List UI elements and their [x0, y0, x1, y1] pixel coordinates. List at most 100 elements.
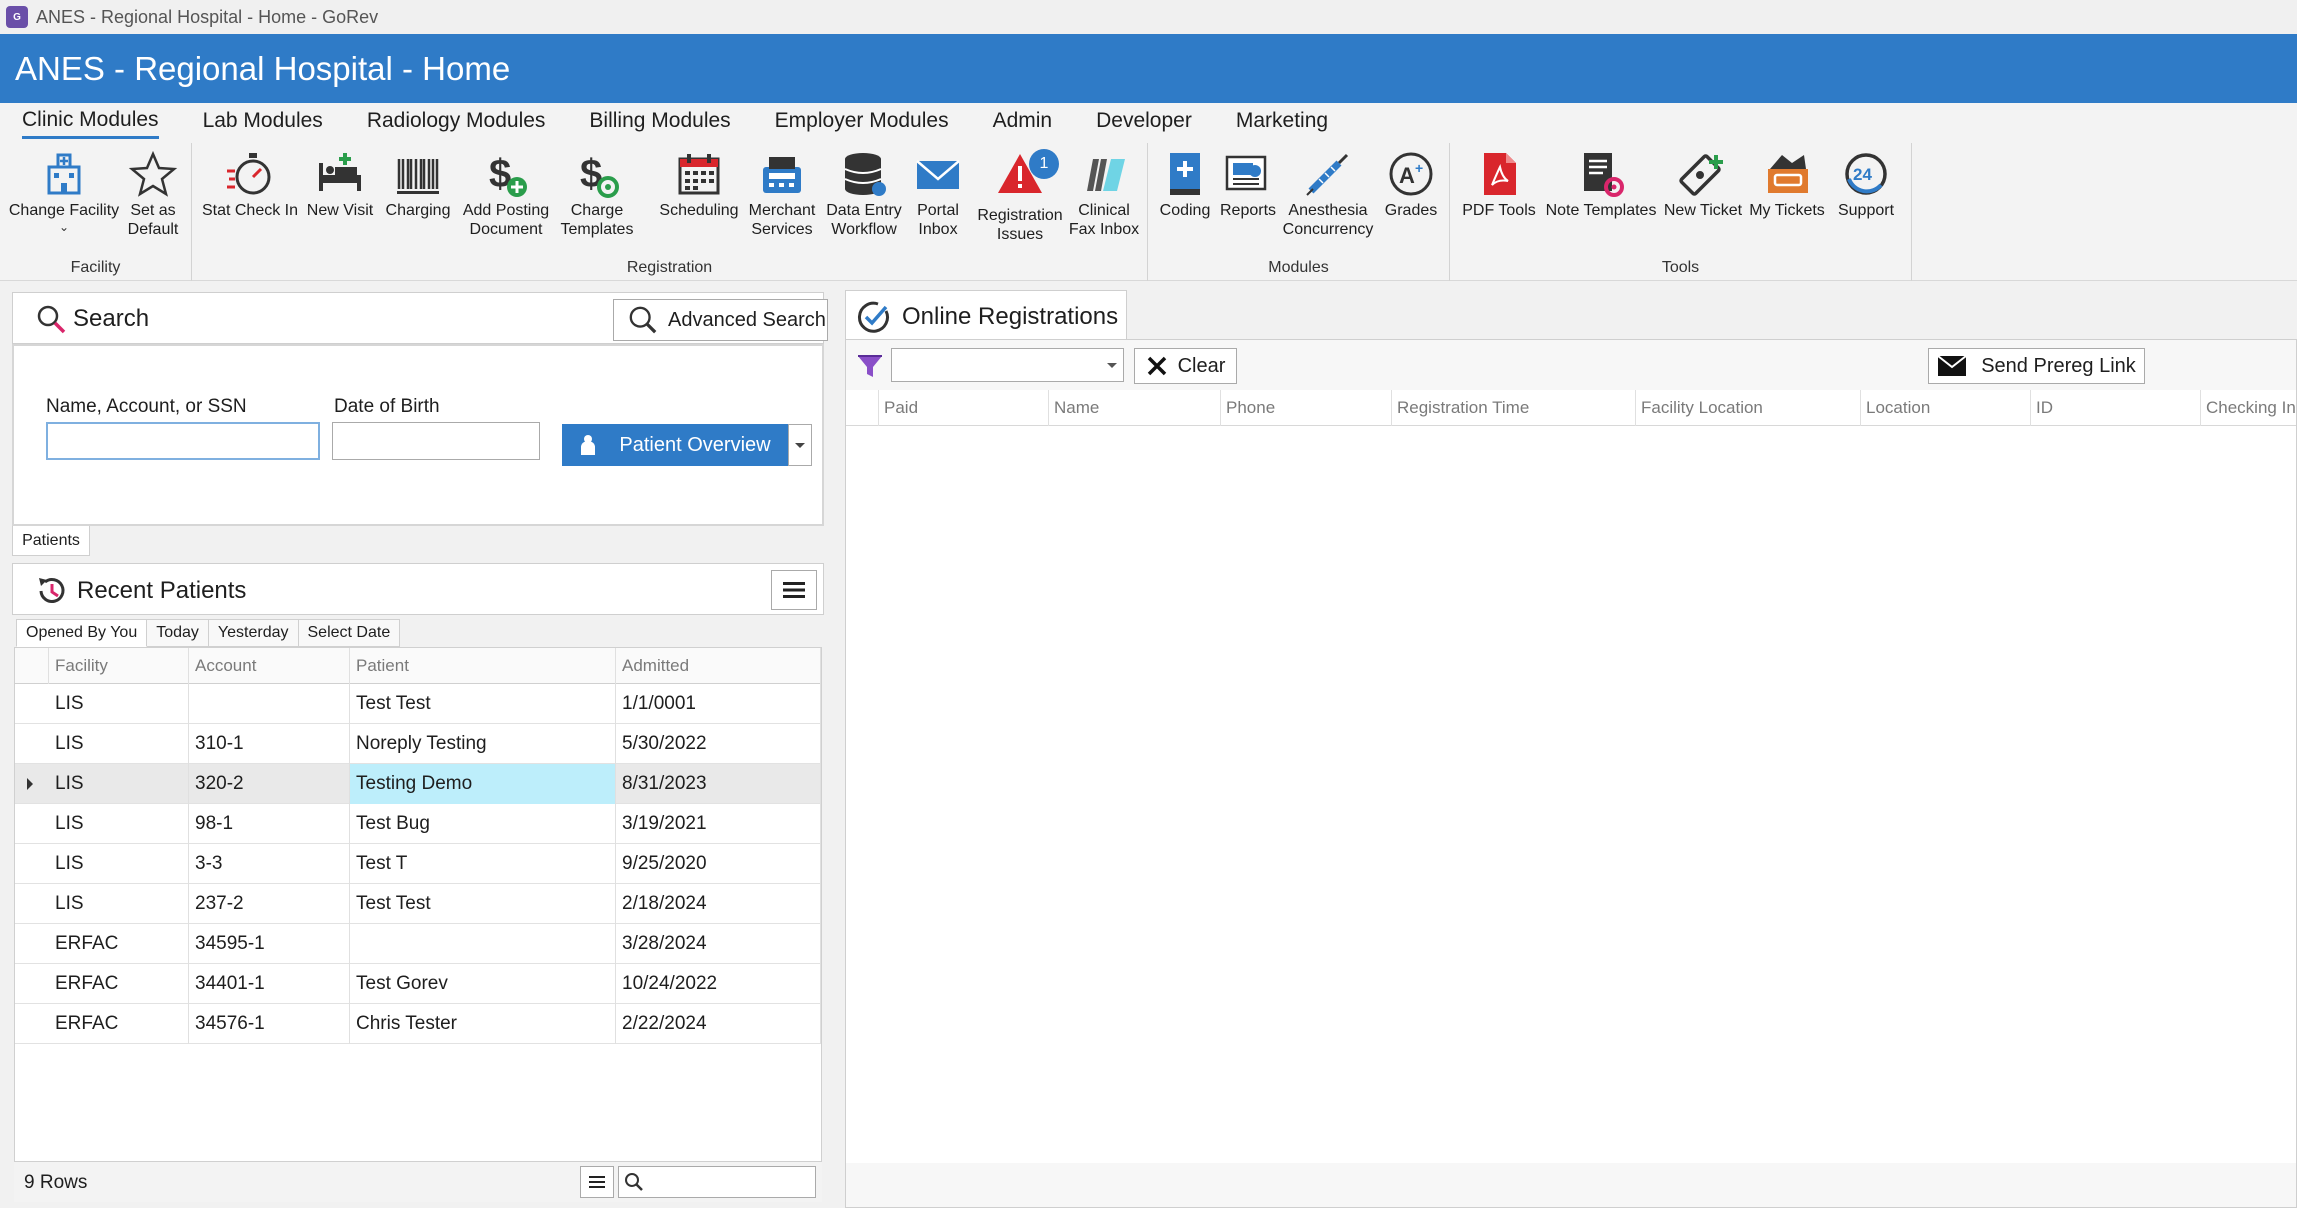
table-row[interactable]: LIS 3-3 Test T 9/25/2020 — [15, 844, 821, 884]
charge-templates-button[interactable]: $ Charge Templates — [554, 149, 640, 239]
stat-check-in-button[interactable]: Stat Check In — [200, 149, 300, 220]
patient-overview-button[interactable]: Patient Overview — [562, 424, 788, 466]
scheduling-button[interactable]: Scheduling — [654, 149, 744, 220]
name-account-ssn-input[interactable] — [46, 422, 320, 460]
coding-label: Coding — [1159, 202, 1211, 219]
tab-select-date[interactable]: Select Date — [298, 619, 401, 647]
tab-opened-by-you[interactable]: Opened By You — [16, 619, 148, 647]
send-prereg-link-button[interactable]: Send Prereg Link — [1928, 348, 2145, 384]
column-header-facility-location[interactable]: Facility Location — [1635, 390, 1860, 426]
table-search-input[interactable] — [618, 1166, 816, 1198]
column-header-name[interactable]: Name — [1048, 390, 1220, 426]
table-row[interactable]: LIS 320-2 Testing Demo 8/31/2023 — [15, 764, 821, 804]
table-row[interactable]: LIS 98-1 Test Bug 3/19/2021 — [15, 804, 821, 844]
history-icon — [39, 578, 65, 603]
new-visit-button[interactable]: New Visit — [304, 149, 376, 220]
note-templates-label: Note Templates — [1545, 202, 1657, 219]
column-header-admitted[interactable]: Admitted — [616, 648, 821, 684]
window-title: ANES - Regional Hospital - Home - GoRev — [36, 6, 379, 27]
patient-overview-dropdown[interactable] — [788, 424, 812, 466]
advanced-search-label: Advanced Search — [668, 308, 826, 331]
tab-billing-modules[interactable]: Billing Modules — [589, 109, 730, 137]
change-facility-button[interactable]: Change Facility ⌄ — [8, 149, 120, 234]
column-header-location[interactable]: Location — [1860, 390, 2030, 426]
tab-radiology-modules[interactable]: Radiology Modules — [367, 109, 546, 137]
tab-yesterday[interactable]: Yesterday — [208, 619, 299, 647]
merchant-services-button[interactable]: Merchant Services — [742, 149, 822, 239]
hospital-icon — [47, 153, 81, 195]
tab-lab-modules[interactable]: Lab Modules — [203, 109, 323, 137]
module-menu: Clinic Modules Lab Modules Radiology Mod… — [0, 103, 2297, 143]
new-ticket-button[interactable]: New Ticket — [1660, 149, 1746, 220]
check-circle-icon — [858, 301, 889, 333]
registration-issues-button[interactable]: 1 Registration Issues — [966, 149, 1074, 244]
table-row[interactable]: ERFAC 34401-1 Test Gorev 10/24/2022 — [15, 964, 821, 1004]
column-header-registration-time[interactable]: Registration Time — [1391, 390, 1635, 426]
set-default-label: Set as Default — [127, 202, 179, 238]
medical-book-icon — [1170, 153, 1200, 195]
recent-patients-title: Recent Patients — [77, 577, 247, 604]
recent-patients-menu-button[interactable] — [771, 570, 817, 610]
admitted-cell: 8/31/2023 — [616, 764, 821, 804]
advanced-search-button[interactable]: Advanced Search — [613, 299, 828, 341]
table-row[interactable]: LIS 310-1 Noreply Testing 5/30/2022 — [15, 724, 821, 764]
support-button[interactable]: 24 Support — [1826, 149, 1906, 220]
column-header-facility[interactable]: Facility — [49, 648, 189, 684]
patient-cell: Test Test — [350, 884, 616, 924]
column-header-phone[interactable]: Phone — [1220, 390, 1391, 426]
support-label: Support — [1837, 202, 1895, 219]
tab-clinic-modules[interactable]: Clinic Modules — [22, 108, 159, 139]
facility-cell: LIS — [49, 724, 189, 764]
table-row[interactable]: LIS Test Test 1/1/0001 — [15, 684, 821, 724]
column-header-id[interactable]: ID — [2030, 390, 2200, 426]
ribbon-group-label: Facility — [70, 259, 121, 276]
pdf-tools-button[interactable]: PDF Tools — [1456, 149, 1542, 220]
table-row[interactable]: ERFAC 34595-1 3/28/2024 — [15, 924, 821, 964]
tab-today[interactable]: Today — [147, 619, 209, 647]
table-row[interactable]: LIS 237-2 Test Test 2/18/2024 — [15, 884, 821, 924]
registration-issues-label: Registration Issues — [977, 207, 1063, 243]
filter-icon[interactable] — [856, 352, 884, 380]
tab-patients[interactable]: Patients — [12, 526, 90, 556]
facility-cell: LIS — [49, 884, 189, 924]
stopwatch-icon — [227, 153, 271, 195]
tab-employer-modules[interactable]: Employer Modules — [775, 109, 949, 137]
table-row[interactable]: ERFAC 34576-1 Chris Tester 2/22/2024 — [15, 1004, 821, 1044]
note-templates-button[interactable]: Note Templates — [1542, 149, 1660, 220]
patient-overview-label: Patient Overview — [619, 433, 771, 456]
search-form: Name, Account, or SSN Date of Birth Pati… — [12, 344, 824, 526]
anesthesia-concurrency-button[interactable]: Anesthesia Concurrency — [1278, 149, 1378, 239]
reports-button[interactable]: Reports — [1216, 149, 1280, 220]
column-header-paid[interactable]: Paid — [878, 390, 1048, 426]
my-tickets-button[interactable]: My Tickets — [1744, 149, 1830, 220]
grades-button[interactable]: A + Grades — [1378, 149, 1444, 220]
tab-admin[interactable]: Admin — [993, 109, 1053, 137]
table-options-button[interactable] — [580, 1166, 614, 1198]
clinical-fax-inbox-label: Clinical Fax Inbox — [1068, 202, 1140, 238]
tab-developer[interactable]: Developer — [1096, 109, 1192, 137]
online-registrations-tab[interactable]: Online Registrations — [845, 290, 1127, 340]
column-header-checking-in[interactable]: Checking In — [2200, 390, 2297, 426]
coding-button[interactable]: Coding — [1154, 149, 1216, 220]
tab-marketing[interactable]: Marketing — [1236, 109, 1328, 137]
filter-dropdown[interactable] — [891, 348, 1124, 382]
set-default-button[interactable]: Set as Default — [118, 149, 188, 239]
column-header-account[interactable]: Account — [189, 648, 350, 684]
facility-cell: LIS — [49, 804, 189, 844]
page-header: ANES - Regional Hospital - Home — [0, 34, 2297, 103]
grades-label: Grades — [1384, 202, 1438, 219]
account-cell: 34401-1 — [189, 964, 350, 1004]
patient-cell: Noreply Testing — [350, 724, 616, 764]
add-posting-document-button[interactable]: $ Add Posting Document — [456, 149, 556, 239]
clear-button[interactable]: Clear — [1134, 348, 1237, 384]
charging-button[interactable]: Charging — [378, 149, 458, 220]
date-of-birth-input[interactable] — [332, 422, 540, 460]
portal-inbox-button[interactable]: Portal Inbox — [902, 149, 974, 239]
data-entry-workflow-button[interactable]: Data Entry Workflow — [820, 149, 908, 239]
patient-cell: Testing Demo — [350, 764, 616, 804]
clinical-fax-inbox-button[interactable]: Clinical Fax Inbox — [1064, 149, 1144, 239]
online-registrations-footer — [846, 1163, 2296, 1207]
recent-patients-header: Recent Patients — [12, 563, 824, 615]
column-header-patient[interactable]: Patient — [350, 648, 616, 684]
star-icon — [128, 150, 178, 197]
